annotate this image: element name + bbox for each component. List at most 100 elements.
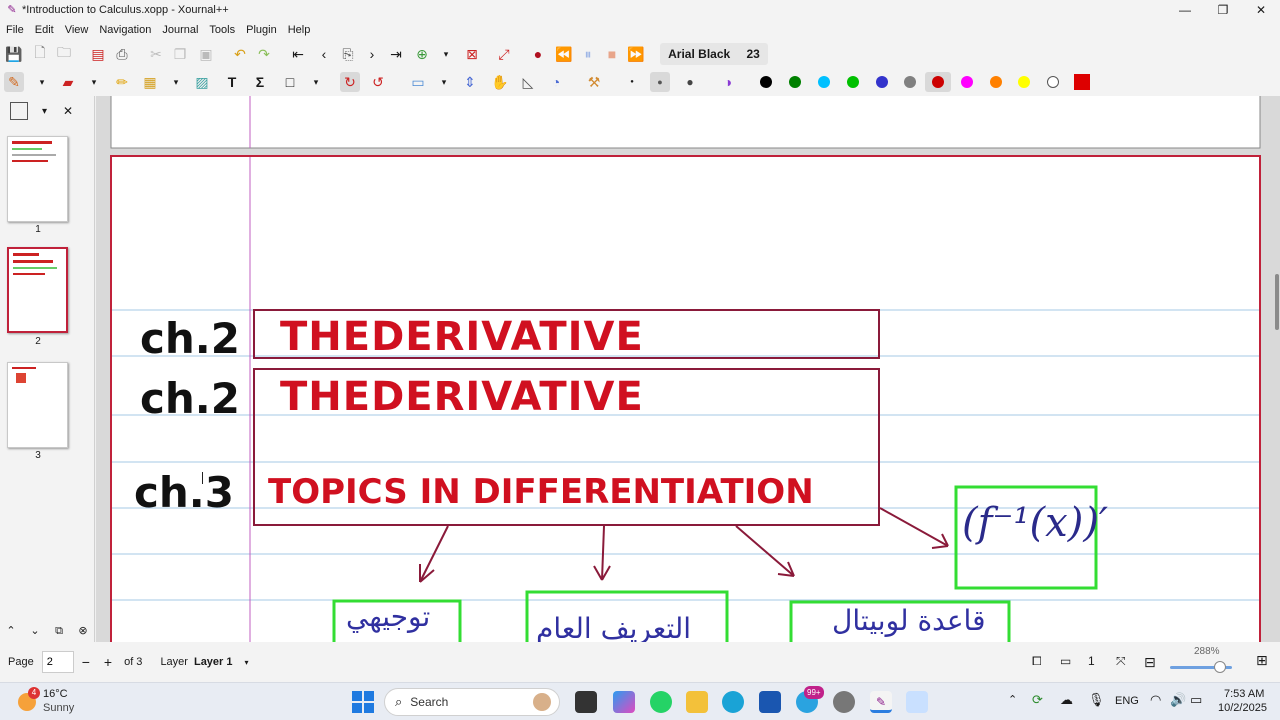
layer-selector[interactable]: Layer 1: [194, 656, 233, 668]
xournal-taskbar-icon[interactable]: ✎: [870, 691, 892, 713]
snipping-tool-icon[interactable]: [906, 691, 928, 713]
zoom-slider-thumb[interactable]: [1214, 661, 1226, 673]
setsquare-icon[interactable]: ◺: [518, 72, 538, 92]
color-gray[interactable]: [904, 76, 916, 88]
menu-plugin[interactable]: Plugin: [246, 24, 277, 36]
battery-icon[interactable]: ▭: [1190, 692, 1202, 708]
ruler-snap-icon[interactable]: ↺: [368, 72, 388, 92]
clock-time[interactable]: 7:53 AM: [1224, 688, 1264, 700]
select-rect-icon[interactable]: ▭: [408, 72, 428, 92]
menu-edit[interactable]: Edit: [35, 24, 54, 36]
taskbar-search-box[interactable]: ⌕ Search: [384, 688, 560, 716]
fullscreen-icon[interactable]: ⤢: [494, 44, 514, 64]
close-button[interactable]: ✕: [1242, 0, 1280, 20]
text-tool-icon[interactable]: T: [222, 72, 242, 92]
save-icon[interactable]: 💾: [4, 44, 24, 64]
add-page-icon[interactable]: ⊕: [412, 44, 432, 64]
language-indicator[interactable]: ENG: [1115, 695, 1139, 707]
zoom-fit-icon[interactable]: ⤧: [1116, 654, 1126, 669]
color-magenta[interactable]: [961, 76, 973, 88]
shape-icon[interactable]: □: [280, 72, 300, 92]
select-dropdown-icon[interactable]: ▾: [434, 72, 454, 92]
zoom-100-icon[interactable]: 1: [1088, 654, 1095, 668]
custom-color-icon[interactable]: ◑: [718, 72, 738, 92]
hand-icon[interactable]: ✋: [490, 72, 510, 92]
pause-icon[interactable]: ⏸: [578, 44, 598, 64]
color-green[interactable]: [789, 76, 801, 88]
menu-navigation[interactable]: Navigation: [99, 24, 151, 36]
color-lime[interactable]: [847, 76, 859, 88]
color-cyan[interactable]: [818, 76, 830, 88]
edge-icon[interactable]: [722, 691, 744, 713]
medium-thickness-icon[interactable]: ●: [650, 72, 670, 92]
image-icon[interactable]: ▨: [192, 72, 212, 92]
compass-icon[interactable]: ◔: [546, 72, 566, 92]
sidebar-close-icon[interactable]: ✕: [63, 104, 73, 118]
page-increment-button[interactable]: +: [104, 654, 112, 670]
menu-journal[interactable]: Journal: [162, 24, 198, 36]
pen-dropdown-icon[interactable]: ▾: [32, 72, 52, 92]
sidebar-dropdown-icon[interactable]: ▾: [42, 106, 47, 117]
first-page-icon[interactable]: ⇤: [288, 44, 308, 64]
highlighter-icon[interactable]: ✏: [112, 72, 132, 92]
volume-icon[interactable]: 🔊: [1170, 692, 1186, 708]
undo-icon[interactable]: ↶: [230, 44, 250, 64]
whatsapp-icon[interactable]: [650, 691, 672, 713]
wifi-icon[interactable]: ◠: [1150, 692, 1161, 708]
latex-icon[interactable]: Σ: [250, 72, 270, 92]
delete-page-sidebar-icon[interactable]: ⊗: [74, 622, 92, 640]
copy-icon[interactable]: ❐: [170, 44, 190, 64]
next-page-icon[interactable]: ›: [362, 44, 382, 64]
document-canvas[interactable]: ch.2 THEDERIVATIVE ch.2 THEDERIVATIVE ch…: [96, 96, 1280, 642]
page-thumbnail-2[interactable]: [7, 247, 68, 333]
floating-toolbox-icon[interactable]: ⚒: [584, 72, 604, 92]
cut-icon[interactable]: ✂: [146, 44, 166, 64]
goto-page-icon[interactable]: ⎘: [338, 44, 358, 64]
microphone-icon[interactable]: 🎙: [1088, 692, 1105, 708]
copy-page-icon[interactable]: ⧉: [50, 622, 68, 640]
page-thumbnail-3[interactable]: [7, 362, 68, 448]
record-icon[interactable]: ●: [528, 44, 548, 64]
color-red[interactable]: [932, 76, 944, 88]
move-page-up-icon[interactable]: ⌃: [2, 622, 20, 640]
cloud-icon[interactable]: ☁: [1060, 692, 1073, 708]
menu-view[interactable]: View: [65, 24, 89, 36]
font-selector[interactable]: Arial Black 23: [660, 43, 768, 65]
menu-help[interactable]: Help: [288, 24, 311, 36]
store-icon[interactable]: [759, 691, 781, 713]
rewind-icon[interactable]: ⏪: [554, 44, 574, 64]
start-button-icon[interactable]: [352, 691, 374, 713]
color-orange[interactable]: [990, 76, 1002, 88]
highlighter-dropdown-icon[interactable]: ▾: [166, 72, 186, 92]
copilot-icon[interactable]: [613, 691, 635, 713]
new-document-icon[interactable]: 🗋: [30, 44, 50, 64]
delete-page-icon[interactable]: ⊠: [462, 44, 482, 64]
page-thumbnail-1[interactable]: [7, 136, 68, 222]
last-page-icon[interactable]: ⇥: [386, 44, 406, 64]
tray-overflow-icon[interactable]: ⌃: [1008, 693, 1017, 706]
print-icon[interactable]: ⎙: [112, 44, 132, 64]
sync-icon[interactable]: ⟳: [1032, 692, 1043, 708]
zoom-out-icon[interactable]: ⊟: [1144, 654, 1156, 671]
layer-dropdown-icon[interactable]: ▾: [245, 658, 249, 667]
color-white[interactable]: [1047, 76, 1059, 88]
redo-icon[interactable]: ↷: [254, 44, 274, 64]
sidebar-view-icon[interactable]: [10, 102, 28, 120]
move-page-down-icon[interactable]: ⌄: [26, 622, 44, 640]
shape-recognizer-icon[interactable]: ↻: [340, 72, 360, 92]
zoom-in-icon[interactable]: ⊞: [1256, 652, 1268, 669]
presentation-mode-icon[interactable]: ▭: [1060, 654, 1071, 668]
vertical-space-icon[interactable]: ⇕: [460, 72, 480, 92]
maximize-button[interactable]: ❐: [1204, 0, 1242, 20]
vertical-scrollbar[interactable]: [1275, 274, 1279, 330]
paste-icon[interactable]: ▣: [196, 44, 216, 64]
export-pdf-icon[interactable]: ▤: [88, 44, 108, 64]
clock-date[interactable]: 10/2/2025: [1218, 702, 1267, 714]
menu-tools[interactable]: Tools: [209, 24, 235, 36]
minimize-button[interactable]: —: [1166, 0, 1204, 20]
eraser-icon[interactable]: ▰: [58, 72, 78, 92]
color-blue[interactable]: [876, 76, 888, 88]
task-view-icon[interactable]: [575, 691, 597, 713]
settings-icon[interactable]: [833, 691, 855, 713]
previous-page-icon[interactable]: ‹: [314, 44, 334, 64]
